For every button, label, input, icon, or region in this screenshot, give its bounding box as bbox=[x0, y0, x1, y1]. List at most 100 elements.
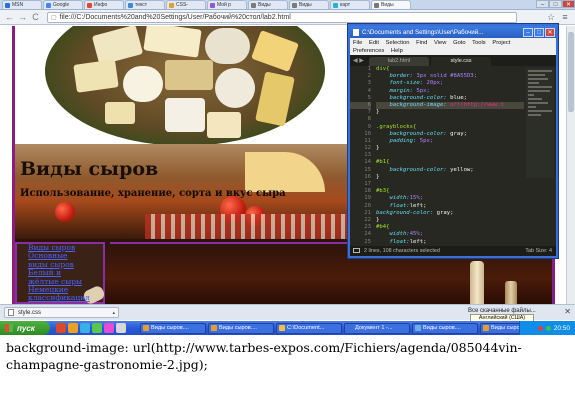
menu-edit[interactable]: Edit bbox=[369, 40, 379, 46]
menu-selection[interactable]: Selection bbox=[386, 40, 410, 46]
close-icon[interactable]: ✕ bbox=[564, 307, 571, 316]
code-token: #b4{ bbox=[376, 224, 390, 231]
tray-icon[interactable] bbox=[537, 325, 543, 331]
menu-preferences[interactable]: Preferences bbox=[353, 48, 384, 54]
tab-size-selector[interactable]: Tab Size: 4 bbox=[525, 246, 552, 256]
taskbar-button[interactable]: Виды сыров.... bbox=[208, 322, 274, 334]
code-line[interactable]: #b3{ bbox=[376, 188, 524, 195]
browser-tab[interactable]: Инфо bbox=[84, 0, 124, 9]
menu-file[interactable]: File bbox=[353, 40, 362, 46]
editor-body[interactable]: 1 2 3 4 5 6 7 8 9 10 11 12 13 14 15 16 17 18 19 20 21 22 23 24 2… bbox=[350, 66, 556, 246]
panel-toggle-icon[interactable] bbox=[353, 248, 360, 253]
favicon-icon bbox=[210, 2, 215, 8]
menu-project[interactable]: Project bbox=[492, 40, 510, 46]
browser-tab[interactable]: Виды bbox=[248, 0, 288, 9]
menu-goto[interactable]: Goto bbox=[453, 40, 466, 46]
quick-launch-icon[interactable] bbox=[68, 323, 78, 333]
browser-tab[interactable]: CSS- bbox=[166, 0, 206, 9]
close-button[interactable]: ✕ bbox=[562, 0, 575, 8]
browser-tab[interactable]: Виды bbox=[289, 0, 329, 9]
bookmark-star-icon[interactable]: ☆ bbox=[545, 11, 557, 23]
code-area[interactable]: div{ border: 3px solid #8A55D3; font-siz… bbox=[376, 66, 524, 246]
tab-style-css[interactable]: style.css bbox=[431, 57, 491, 66]
code-line[interactable]: #b4{ bbox=[376, 224, 524, 231]
menu-view[interactable]: View bbox=[434, 40, 446, 46]
code-line[interactable]: background-image: url(http://www.t bbox=[376, 101, 524, 110]
code-line[interactable]: width:15%; bbox=[376, 195, 524, 202]
editor-maximize-button[interactable]: □ bbox=[534, 27, 544, 37]
code-line[interactable]: } bbox=[376, 217, 524, 224]
code-line[interactable]: padding: 5px; bbox=[376, 138, 524, 145]
taskbar-button[interactable]: Виды сыров.... bbox=[140, 322, 206, 334]
app-icon bbox=[483, 325, 489, 331]
code-line[interactable]: } bbox=[376, 109, 524, 116]
start-button[interactable]: пуск bbox=[0, 321, 50, 335]
menu-icon[interactable]: ≡ bbox=[559, 11, 571, 23]
menu-link[interactable]: Немецкие bbox=[28, 286, 96, 294]
browser-tab[interactable]: текст bbox=[125, 0, 165, 9]
menu-help[interactable]: Help bbox=[391, 48, 403, 54]
maximize-button[interactable]: □ bbox=[549, 0, 562, 8]
browser-tab[interactable]: Google bbox=[43, 0, 83, 9]
browser-tab[interactable]: Мой р bbox=[207, 0, 247, 9]
code-token: #b3{ bbox=[376, 188, 390, 195]
code-line[interactable] bbox=[376, 116, 524, 123]
scrollbar-thumb[interactable] bbox=[568, 32, 574, 112]
reload-icon[interactable]: C bbox=[30, 12, 41, 23]
code-line[interactable]: background-color: gray; bbox=[376, 131, 524, 138]
chevron-up-icon[interactable]: ▴ bbox=[112, 310, 115, 316]
code-line[interactable]: background-color: blue; bbox=[376, 95, 524, 102]
code-line[interactable]: #b1{ bbox=[376, 159, 524, 166]
menu-tools[interactable]: Tools bbox=[472, 40, 486, 46]
code-line[interactable]: width:45%; bbox=[376, 231, 524, 238]
line-number: 13 bbox=[364, 152, 371, 159]
code-line[interactable] bbox=[376, 152, 524, 159]
quick-launch-icon[interactable] bbox=[56, 323, 66, 333]
forward-icon[interactable]: → bbox=[17, 12, 28, 23]
cheese-piece bbox=[165, 60, 213, 90]
address-bar[interactable]: ▢ file:///C:/Documents%20and%20Settings/… bbox=[47, 11, 517, 23]
tab-lab2-html[interactable]: lab2.html bbox=[369, 57, 429, 66]
page-scrollbar[interactable] bbox=[566, 26, 575, 304]
menu-link[interactable]: Белый и bbox=[28, 269, 96, 277]
menu-link[interactable]: Основные bbox=[28, 252, 96, 260]
back-icon[interactable]: ← bbox=[4, 12, 15, 23]
menu-link[interactable]: жёлтые сыры bbox=[28, 278, 96, 286]
quick-launch-icon[interactable] bbox=[92, 323, 102, 333]
quick-launch-icon[interactable] bbox=[104, 323, 114, 333]
taskbar-button[interactable]: C:\Document... bbox=[276, 322, 342, 334]
code-line[interactable]: } bbox=[376, 145, 524, 152]
menu-link[interactable]: Виды сыров bbox=[28, 244, 96, 252]
quick-launch-icon[interactable] bbox=[80, 323, 90, 333]
code-line[interactable]: background-color: yellow; bbox=[376, 167, 524, 174]
editor-minimize-button[interactable]: – bbox=[523, 27, 533, 37]
code-token: font-size: bbox=[376, 80, 427, 87]
minimap[interactable] bbox=[526, 68, 554, 178]
menu-find[interactable]: Find bbox=[416, 40, 427, 46]
menu-link[interactable]: виды сыров bbox=[28, 261, 96, 269]
code-line[interactable]: background-color: gray; bbox=[376, 210, 524, 217]
taskbar-button[interactable]: Документ 1 -... bbox=[344, 322, 410, 334]
browser-tab[interactable]: Виды bbox=[371, 0, 411, 9]
taskbar-button[interactable]: Виды сыров.... bbox=[412, 322, 478, 334]
code-line[interactable]: } bbox=[376, 174, 524, 181]
code-line[interactable]: .grayblocks{ bbox=[376, 124, 524, 131]
code-line[interactable]: float:left; bbox=[376, 239, 524, 246]
browser-tab[interactable]: MSN bbox=[2, 0, 42, 9]
minimize-button[interactable]: – bbox=[536, 0, 549, 8]
browser-tab[interactable]: карт bbox=[330, 0, 370, 9]
tab-label: MSN bbox=[12, 2, 24, 8]
download-item[interactable]: style.css ▴ bbox=[4, 307, 119, 318]
code-line[interactable]: border: 3px solid #8A55D3; bbox=[376, 73, 524, 80]
line-number: 20 bbox=[364, 202, 371, 209]
tab-scroll-arrows[interactable]: ◀ ▶ bbox=[353, 56, 369, 66]
editor-close-button[interactable]: ✕ bbox=[545, 27, 555, 37]
code-line[interactable]: float:left; bbox=[376, 203, 524, 210]
code-line[interactable]: margin: 5px; bbox=[376, 88, 524, 95]
code-line[interactable] bbox=[376, 181, 524, 188]
quick-launch-icon[interactable] bbox=[116, 323, 126, 333]
tray-icon[interactable] bbox=[545, 325, 551, 331]
code-line[interactable]: font-size: 20px; bbox=[376, 80, 524, 87]
code-line[interactable]: div{ bbox=[376, 66, 524, 73]
menu-link[interactable]: классификация bbox=[28, 294, 96, 302]
